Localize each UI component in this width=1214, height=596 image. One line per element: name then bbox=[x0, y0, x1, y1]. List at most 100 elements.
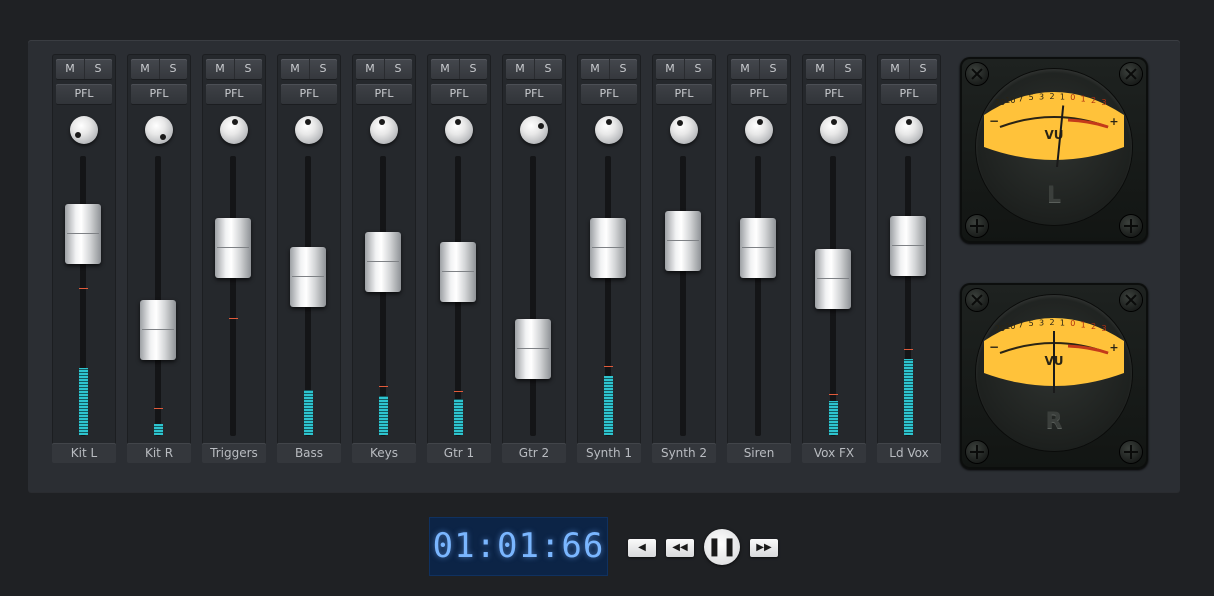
mute-button[interactable]: M bbox=[206, 59, 235, 79]
pfl-button[interactable]: PFL bbox=[206, 84, 262, 104]
channel-name: Synth 2 bbox=[652, 443, 716, 463]
pan-knob[interactable] bbox=[295, 116, 323, 144]
pan-knob[interactable] bbox=[520, 116, 548, 144]
pfl-button[interactable]: PFL bbox=[131, 84, 187, 104]
pan-knob[interactable] bbox=[895, 116, 923, 144]
mute-solo-group: M S bbox=[131, 59, 187, 79]
fader-handle[interactable] bbox=[140, 299, 176, 360]
solo-button[interactable]: S bbox=[909, 59, 937, 79]
fader-handle[interactable] bbox=[290, 246, 326, 307]
mute-button[interactable]: M bbox=[356, 59, 385, 79]
pfl-button[interactable]: PFL bbox=[281, 84, 337, 104]
pan-indicator bbox=[454, 119, 461, 126]
fader-track[interactable] bbox=[230, 156, 236, 436]
solo-button[interactable]: S bbox=[609, 59, 637, 79]
solo-button[interactable]: S bbox=[534, 59, 562, 79]
peak-marker bbox=[604, 366, 613, 367]
pfl-button[interactable]: PFL bbox=[356, 84, 412, 104]
pan-knob[interactable] bbox=[70, 116, 98, 144]
pan-knob[interactable] bbox=[820, 116, 848, 144]
vu-channel-label: R bbox=[1045, 409, 1063, 434]
mute-solo-group: M S bbox=[806, 59, 862, 79]
pan-indicator bbox=[160, 133, 166, 140]
mute-button[interactable]: M bbox=[581, 59, 610, 79]
fader-handle[interactable] bbox=[215, 218, 251, 278]
fader-handle[interactable] bbox=[515, 318, 551, 379]
pfl-button[interactable]: PFL bbox=[506, 84, 562, 104]
pan-knob[interactable] bbox=[445, 116, 473, 144]
pan-knob[interactable] bbox=[220, 116, 248, 144]
mute-button[interactable]: M bbox=[506, 59, 535, 79]
vu-scale-label: 0 bbox=[1070, 319, 1075, 328]
back-button[interactable]: ◀ bbox=[628, 539, 656, 557]
solo-button[interactable]: S bbox=[834, 59, 862, 79]
pfl-button[interactable]: PFL bbox=[56, 84, 112, 104]
mute-button[interactable]: M bbox=[806, 59, 835, 79]
fader-track[interactable] bbox=[380, 156, 386, 436]
solo-button[interactable]: S bbox=[459, 59, 487, 79]
peak-marker bbox=[454, 391, 463, 393]
fader-track[interactable] bbox=[680, 156, 686, 436]
vu-scale-label: 7 bbox=[1018, 320, 1023, 329]
solo-button[interactable]: S bbox=[84, 59, 112, 79]
vu-scale-label: 3 bbox=[1039, 318, 1044, 327]
pause-button[interactable]: ❚❚ bbox=[704, 529, 740, 565]
peak-marker bbox=[379, 385, 388, 387]
vu-scale-label: 10 bbox=[1005, 96, 1015, 105]
fader-handle[interactable] bbox=[65, 203, 101, 264]
mute-solo-group: M S bbox=[581, 59, 637, 79]
mute-button[interactable]: M bbox=[281, 59, 310, 79]
channel-strip-siren: M S PFL Siren bbox=[727, 54, 791, 463]
pan-indicator bbox=[677, 120, 683, 127]
channel-name: Gtr 2 bbox=[502, 443, 566, 463]
pfl-button[interactable]: PFL bbox=[656, 84, 712, 104]
solo-button[interactable]: S bbox=[759, 59, 787, 79]
rewind-button[interactable]: ◀◀ bbox=[666, 539, 694, 557]
vu-scale-label: 2 bbox=[1091, 322, 1096, 331]
solo-button[interactable]: S bbox=[384, 59, 412, 79]
mute-button[interactable]: M bbox=[881, 59, 910, 79]
pfl-button[interactable]: PFL bbox=[731, 84, 787, 104]
fader-handle[interactable] bbox=[890, 215, 926, 276]
pan-indicator bbox=[537, 123, 544, 129]
vu-scale-label: 1 bbox=[1081, 94, 1086, 103]
fader-handle[interactable] bbox=[740, 218, 776, 278]
solo-button[interactable]: S bbox=[234, 59, 262, 79]
mute-button[interactable]: M bbox=[431, 59, 460, 79]
vu-minus-sign: − bbox=[989, 114, 999, 128]
fader-handle[interactable] bbox=[365, 232, 401, 293]
pan-indicator bbox=[305, 119, 312, 126]
mute-button[interactable]: M bbox=[731, 59, 760, 79]
mute-button[interactable]: M bbox=[131, 59, 160, 79]
pan-knob[interactable] bbox=[670, 116, 698, 144]
pfl-button[interactable]: PFL bbox=[881, 84, 937, 104]
mute-button[interactable]: M bbox=[56, 59, 85, 79]
fader-handle[interactable] bbox=[590, 218, 626, 278]
solo-button[interactable]: S bbox=[159, 59, 187, 79]
vu-scale-label: 1 bbox=[1060, 92, 1065, 101]
fader-handle[interactable] bbox=[665, 210, 701, 271]
fader-track[interactable] bbox=[530, 156, 536, 436]
peak-marker bbox=[79, 287, 88, 289]
vu-scale-label: 1 bbox=[1081, 320, 1086, 329]
fader-handle[interactable] bbox=[815, 249, 851, 310]
pan-knob[interactable] bbox=[595, 116, 623, 144]
mute-button[interactable]: M bbox=[656, 59, 685, 79]
channel-strip-vox-fx: M S PFL Vox FX bbox=[802, 54, 866, 463]
pfl-button[interactable]: PFL bbox=[806, 84, 862, 104]
pan-knob[interactable] bbox=[145, 116, 173, 144]
fader-handle[interactable] bbox=[440, 242, 476, 302]
pan-knob[interactable] bbox=[745, 116, 773, 144]
pfl-button[interactable]: PFL bbox=[431, 84, 487, 104]
fast-forward-button[interactable]: ▶▶ bbox=[750, 539, 778, 557]
vu-scale-label: 0 bbox=[1070, 93, 1075, 102]
solo-button[interactable]: S bbox=[309, 59, 337, 79]
solo-button[interactable]: S bbox=[684, 59, 712, 79]
vu-scale-label: 3 bbox=[1101, 98, 1106, 107]
channel-name: Gtr 1 bbox=[427, 443, 491, 463]
mute-solo-group: M S bbox=[356, 59, 412, 79]
pfl-button[interactable]: PFL bbox=[581, 84, 637, 104]
fader-track[interactable] bbox=[155, 156, 161, 436]
pan-knob[interactable] bbox=[370, 116, 398, 144]
fader-track[interactable] bbox=[755, 156, 761, 436]
